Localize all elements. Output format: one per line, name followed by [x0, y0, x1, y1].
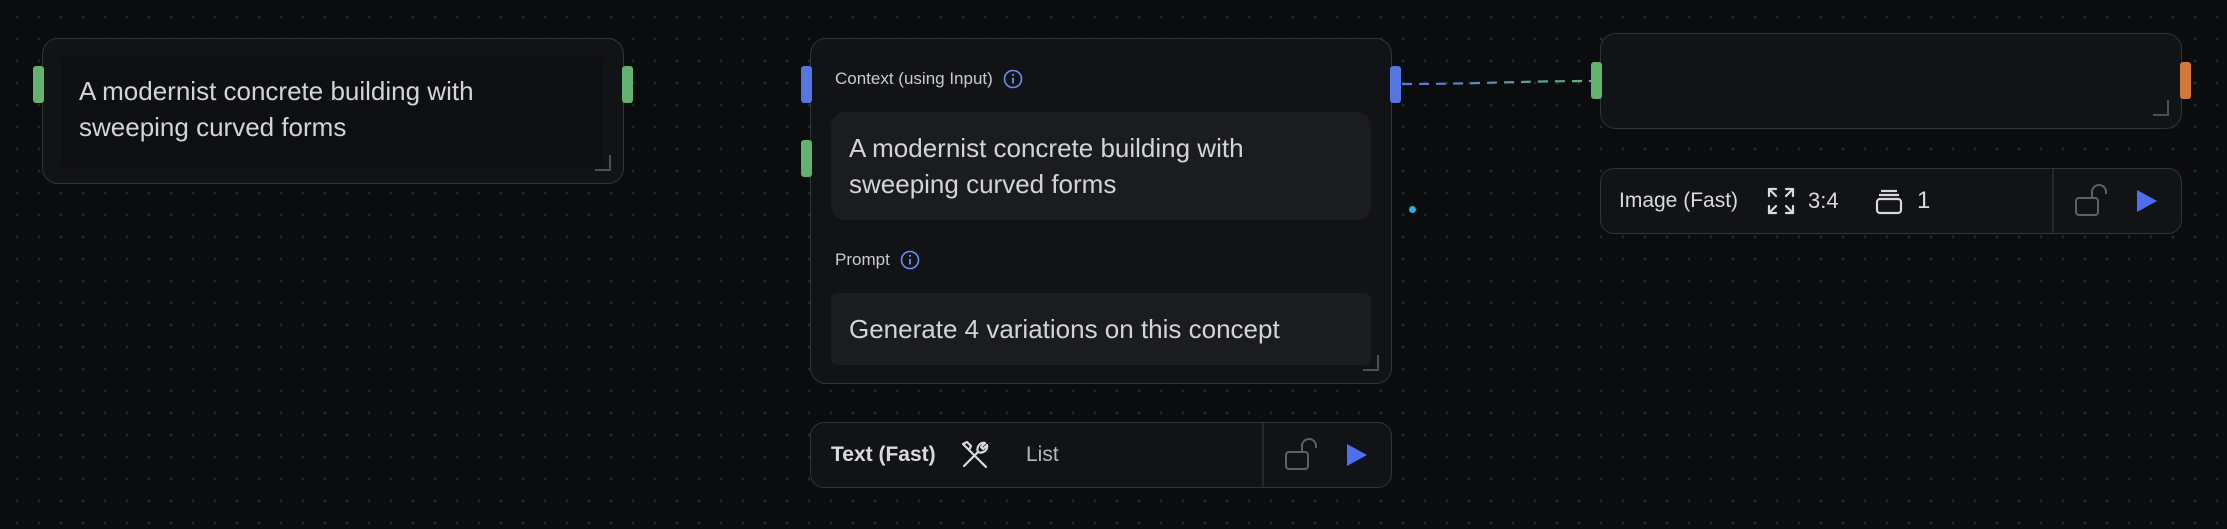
input-text-value: A modernist concrete building with sweep… [79, 76, 474, 142]
prompt-input-handle[interactable] [801, 140, 812, 177]
prompt-text-area[interactable]: Generate 4 variations on this concept [831, 293, 1371, 365]
prompt-label-row: Prompt [835, 250, 920, 270]
context-text-area[interactable]: A modernist concrete building with sweep… [831, 112, 1371, 220]
text-node-toolbar: Text (Fast) List [810, 422, 1392, 488]
prompt-value: Generate 4 variations on this concept [849, 314, 1280, 344]
text-generation-node[interactable]: Context (using Input) A modernist concre… [810, 38, 1392, 384]
expand-icon[interactable] [1765, 185, 1797, 217]
context-label: Context (using Input) [835, 69, 993, 88]
play-icon[interactable] [1341, 440, 1371, 470]
model-selector[interactable]: Text (Fast) [831, 443, 936, 467]
context-input-handle[interactable] [801, 66, 812, 103]
context-value: A modernist concrete building with sweep… [849, 133, 1244, 199]
image-generation-node[interactable] [1600, 33, 2182, 129]
unlock-icon[interactable] [1283, 437, 1319, 473]
aspect-ratio-value[interactable]: 3:4 [1808, 188, 1839, 214]
resize-handle[interactable] [1363, 355, 1379, 371]
wrench-screwdriver-icon[interactable] [957, 437, 993, 473]
info-icon[interactable] [900, 250, 920, 270]
input-node-input-handle[interactable] [33, 66, 44, 103]
resize-handle[interactable] [2153, 100, 2169, 116]
info-icon[interactable] [1003, 69, 1023, 89]
image-node-output-handle[interactable] [2180, 62, 2191, 99]
image-node-input-handle[interactable] [1591, 62, 1602, 99]
image-count-value[interactable]: 1 [1917, 187, 1930, 215]
toolbar-divider [2052, 169, 2054, 233]
output-mode[interactable]: List [1026, 443, 1059, 467]
context-label-row: Context (using Input) [835, 69, 1023, 89]
resize-handle[interactable] [595, 155, 611, 171]
unlock-icon[interactable] [2073, 183, 2109, 219]
model-selector[interactable]: Image (Fast) [1619, 189, 1738, 213]
play-icon[interactable] [2131, 186, 2161, 216]
toolbar-divider [1262, 423, 1264, 487]
input-text-node[interactable]: A modernist concrete building with sweep… [42, 38, 624, 184]
connection-point[interactable] [1409, 206, 1416, 213]
prompt-label: Prompt [835, 250, 890, 269]
wire-text-to-image [1401, 79, 1597, 86]
text-node-output-handle[interactable] [1390, 66, 1401, 103]
stack-icon[interactable] [1873, 185, 1905, 217]
input-node-output-handle[interactable] [622, 66, 633, 103]
input-text-area[interactable]: A modernist concrete building with sweep… [61, 57, 603, 167]
image-node-toolbar: Image (Fast) 3:4 1 [1600, 168, 2182, 234]
